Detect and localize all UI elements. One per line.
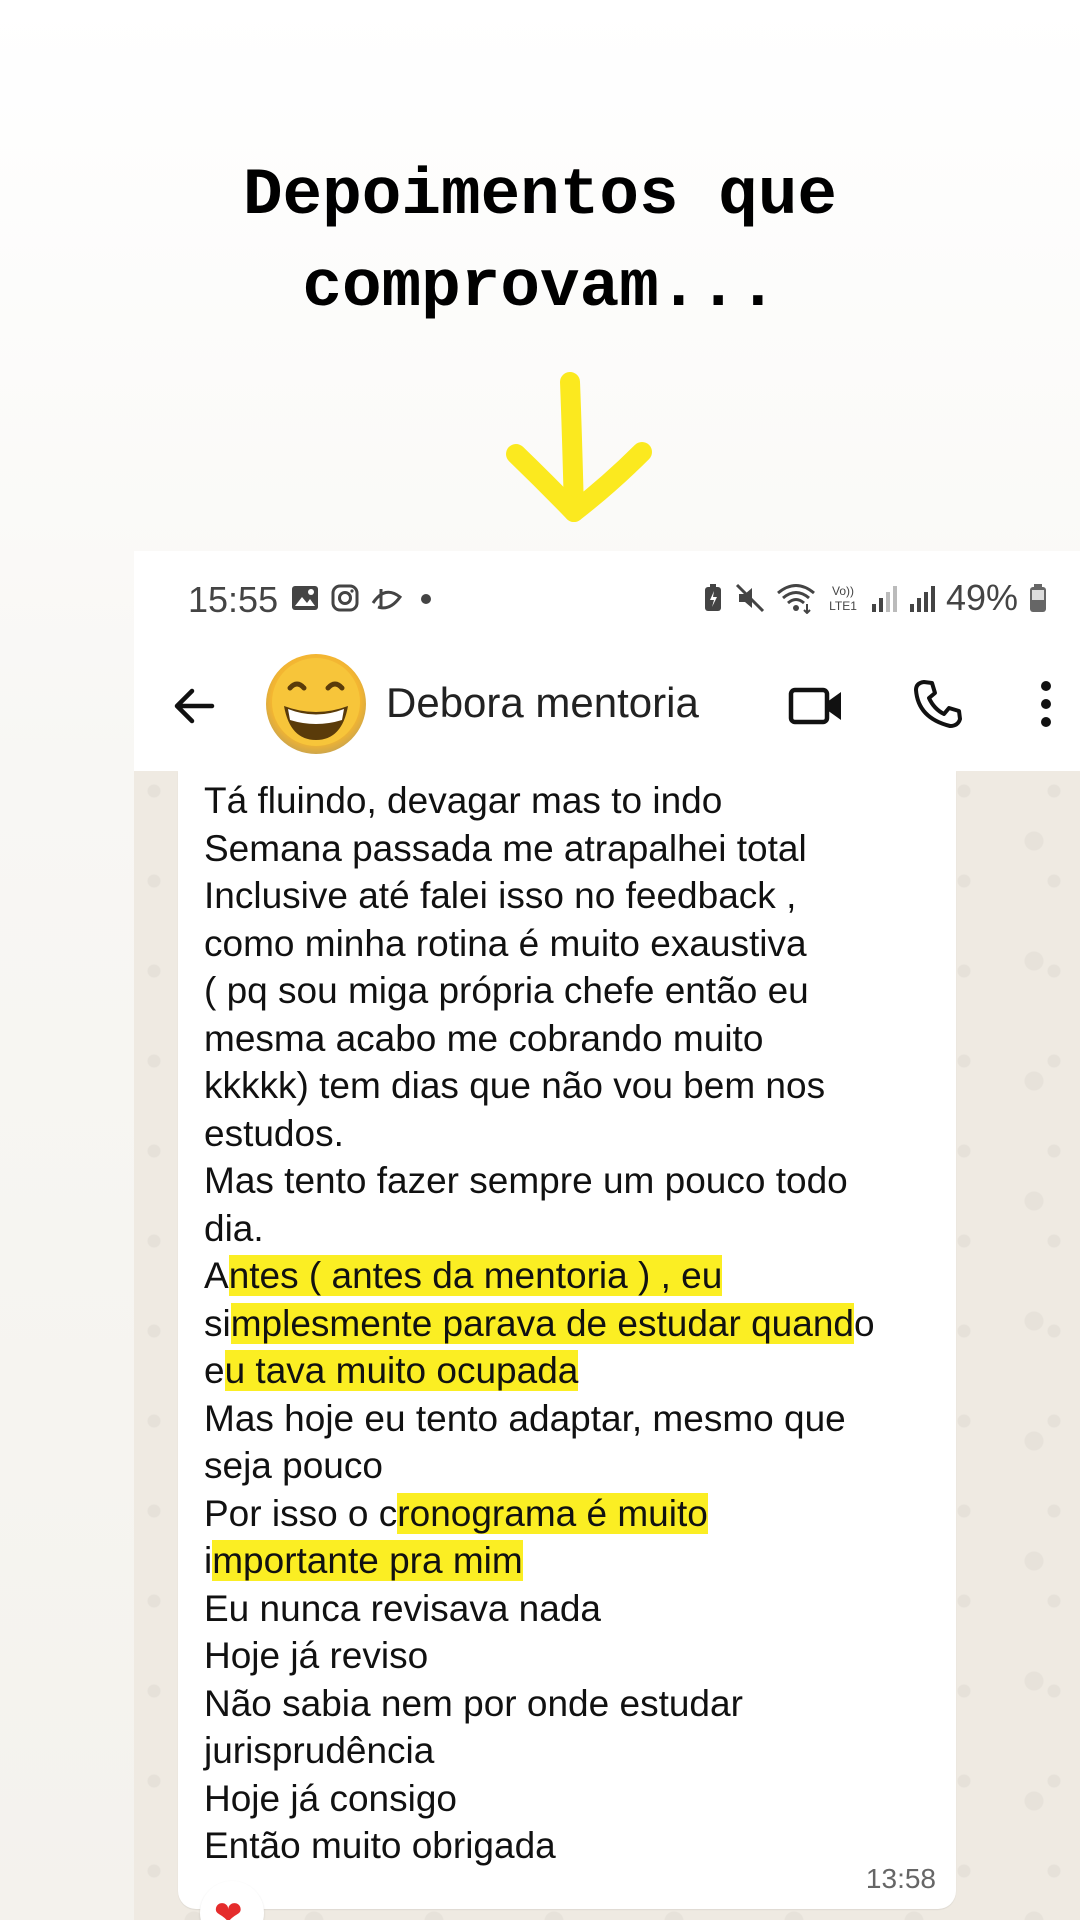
message-text-segment: Semana passada me atrapalhei total: [204, 827, 807, 869]
battery-saver-icon: [704, 584, 721, 611]
message-time: 13:58: [865, 1863, 936, 1894]
message-line: Então muito obrigada: [204, 1822, 954, 1870]
message-text-segment: jurisprudência: [204, 1730, 435, 1771]
headline: Depoimentos que comprovam...: [0, 150, 1080, 334]
message-bubble[interactable]: Tá fluindo, devagar mas to indo Semana pa…: [178, 771, 956, 1909]
message-line: Eu nunca revisava nada: [204, 1585, 954, 1633]
message-line: ( pq sou miga própria chefe então eu: [204, 967, 954, 1015]
disney-plus-icon: [371, 589, 403, 610]
message-text-segment: si: [204, 1302, 231, 1344]
chat-area[interactable]: Tá fluindo, devagar mas to indo Semana pa…: [134, 771, 1080, 1920]
avatar[interactable]: [266, 654, 366, 754]
message-text-segment: i: [204, 1540, 213, 1581]
message-line: seja pouco: [204, 1442, 954, 1490]
gallery-icon: [292, 586, 318, 610]
battery-icon: [1030, 584, 1046, 612]
message-line: Mas hoje eu tento adaptar, mesmo que: [204, 1395, 954, 1443]
message-text-segment: Não sabia nem por onde estudar: [204, 1682, 743, 1724]
highlighted-text: mportante pra mim: [212, 1540, 523, 1581]
message-line: Hoje já consigo: [204, 1775, 954, 1823]
message-line: dia.: [204, 1205, 954, 1253]
message-text-segment: Por isso o c: [204, 1492, 398, 1534]
chat-header: Debora mentoria: [134, 646, 1080, 771]
message-text-segment: Inclusive até falei isso no feedback ,: [204, 875, 797, 916]
chat-screenshot: 15:55 Vo)) LTE1 49% Debora mentoria Tá f…: [134, 551, 1080, 1920]
highlighted-text: mplesmente parava de estudar quand: [230, 1302, 854, 1344]
message-line: Hoje já reviso: [204, 1632, 954, 1680]
mute-icon: [735, 583, 764, 613]
arrow-down-icon: [506, 372, 652, 522]
message-line: eu tava muito ocupada: [204, 1347, 954, 1395]
message-line: jurisprudência: [204, 1727, 954, 1775]
wifi-icon: [776, 584, 815, 614]
volte-icon: Vo))LTE1: [829, 584, 857, 613]
message-line: Tá fluindo, devagar mas to indo: [204, 777, 954, 825]
message-line: Semana passada me atrapalhei total: [204, 825, 954, 873]
highlighted-text: u tava muito ocupada: [224, 1350, 579, 1391]
message-text-segment: o: [853, 1302, 875, 1344]
message-line: kkkkk) tem dias que não vou bem nos: [204, 1062, 954, 1110]
headline-line-1: Depoimentos que: [242, 158, 838, 233]
message-text-segment: ( pq sou miga própria chefe então eu: [204, 970, 809, 1011]
message-text-segment: seja pouco: [204, 1445, 383, 1486]
message-text-segment: Hoje já consigo: [204, 1777, 457, 1819]
message-line: Por isso o cronograma é muito: [204, 1490, 954, 1538]
more-options-icon[interactable]: [1036, 678, 1056, 730]
status-bar: 15:55 Vo)) LTE1 49%: [134, 551, 1080, 646]
video-call-icon[interactable]: [788, 682, 844, 730]
phone-call-icon[interactable]: [912, 678, 964, 730]
message-text-segment: dia.: [204, 1207, 264, 1249]
message-text-segment: como minha rotina é muito exaustiva: [204, 922, 807, 964]
svg-text:LTE1: LTE1: [829, 599, 857, 613]
message-line: Mas tento fazer sempre um pouco todo: [204, 1157, 954, 1205]
message-text-segment: e: [204, 1350, 225, 1391]
message-text: Tá fluindo, devagar mas to indo Semana pa…: [204, 777, 954, 1870]
message-text-segment: mesma acabo me cobrando muito: [204, 1017, 764, 1059]
message-text-segment: Hoje já reviso: [204, 1635, 429, 1676]
grinning-face-emoji: [272, 658, 360, 746]
message-text-segment: Então muito obrigada: [204, 1825, 556, 1866]
message-line: Antes ( antes da mentoria ) , eu: [204, 1252, 954, 1300]
message-text-segment: estudos.: [204, 1112, 344, 1154]
highlighted-text: ntes ( antes da mentoria ) , eu: [228, 1255, 723, 1296]
highlighted-text: ronograma é muito: [397, 1492, 708, 1534]
back-arrow-icon[interactable]: [170, 682, 218, 730]
status-time: 15:55: [188, 579, 279, 620]
heart-icon: ❤: [214, 1895, 243, 1920]
signal-icon: [909, 586, 935, 612]
message-line: Não sabia nem por onde estudar: [204, 1680, 954, 1728]
message-text-segment: kkkkk) tem dias que não vou bem nos: [204, 1065, 826, 1106]
instagram-icon: [331, 584, 359, 612]
message-line: como minha rotina é muito exaustiva: [204, 920, 954, 968]
dot-icon: [421, 594, 431, 604]
message-line: importante pra mim: [204, 1537, 954, 1585]
svg-text:Vo)): Vo)): [832, 584, 854, 598]
signal-icon: [871, 586, 897, 612]
message-text-segment: Tá fluindo, devagar mas to indo: [204, 780, 723, 821]
message-line: estudos.: [204, 1110, 954, 1158]
message-text-segment: Eu nunca revisava nada: [204, 1587, 601, 1629]
message-line: mesma acabo me cobrando muito: [204, 1015, 954, 1063]
contact-name[interactable]: Debora mentoria: [386, 679, 699, 727]
message-line: Inclusive até falei isso no feedback ,: [204, 872, 954, 920]
battery-percent: 49%: [945, 577, 1018, 618]
message-text-segment: Mas hoje eu tento adaptar, mesmo que: [204, 1397, 846, 1439]
message-text-segment: A: [204, 1255, 229, 1296]
headline-line-2: comprovam...: [302, 250, 778, 325]
message-line: simplesmente parava de estudar quando: [204, 1300, 954, 1348]
message-text-segment: Mas tento fazer sempre um pouco todo: [204, 1160, 848, 1201]
